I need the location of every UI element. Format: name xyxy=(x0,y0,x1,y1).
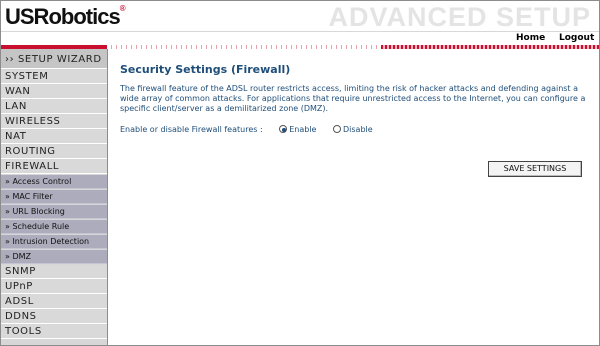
sidebar-item-wireless[interactable]: WIRELESS xyxy=(1,115,107,129)
sidebar-item-upnp[interactable]: UPnP xyxy=(1,280,107,294)
page-description: The firewall feature of the ADSL router … xyxy=(120,84,586,113)
home-link[interactable]: Home xyxy=(516,33,545,43)
enable-radio[interactable] xyxy=(279,125,288,133)
top-nav: Home Logout xyxy=(1,31,599,46)
sidebar-subitem-mac-filter[interactable]: » MAC Filter xyxy=(1,190,107,204)
disable-label: Disable xyxy=(343,125,373,134)
save-settings-button[interactable]: SAVE SETTINGS xyxy=(488,161,582,177)
page-title: Security Settings (Firewall) xyxy=(120,63,291,76)
sidebar-item-snmp[interactable]: SNMP xyxy=(1,265,107,279)
sidebar-item-tools[interactable]: TOOLS xyxy=(1,325,107,339)
sidebar-item-lan[interactable]: LAN xyxy=(1,100,107,114)
sidebar-item-nat[interactable]: NAT xyxy=(1,130,107,144)
firewall-option-row: Enable or disable Firewall features : En… xyxy=(120,125,387,134)
sidebar-item-wan[interactable]: WAN xyxy=(1,85,107,99)
enable-label: Enable xyxy=(289,125,317,134)
header: USRobotics® ADVANCED SETUP xyxy=(1,1,599,32)
sidebar-item-routing[interactable]: ROUTING xyxy=(1,145,107,159)
usrobotics-logo: USRobotics® xyxy=(5,4,126,30)
firewall-option-label: Enable or disable Firewall features : xyxy=(120,125,263,134)
sidebar-item-setup-wizard[interactable]: ›› SETUP WIZARD xyxy=(1,49,107,69)
sidebar-subitem-dmz[interactable]: » DMZ xyxy=(1,250,107,264)
registered-mark: ® xyxy=(119,4,126,13)
disable-radio[interactable] xyxy=(333,125,341,133)
router-admin-window: USRobotics® ADVANCED SETUP Home Logout ›… xyxy=(0,0,600,346)
section-banner: ADVANCED SETUP xyxy=(328,2,591,32)
logo-text: USRobotics xyxy=(5,4,121,29)
enable-option[interactable]: Enable xyxy=(279,125,333,134)
main-content: Security Settings (Firewall) The firewal… xyxy=(107,49,599,345)
sidebar-item-ddns[interactable]: DDNS xyxy=(1,310,107,324)
sidebar-item-system[interactable]: SYSTEM xyxy=(1,70,107,84)
sidebar-subitem-access-control[interactable]: » Access Control xyxy=(1,175,107,189)
sidebar-item-adsl[interactable]: ADSL xyxy=(1,295,107,309)
sidebar-subitem-url-blocking[interactable]: » URL Blocking xyxy=(1,205,107,219)
sidebar-item-firewall[interactable]: FIREWALL xyxy=(1,160,107,174)
sidebar: ›› SETUP WIZARD SYSTEM WAN LAN WIRELESS … xyxy=(1,49,107,345)
logout-link[interactable]: Logout xyxy=(559,33,594,43)
sidebar-subitem-intrusion-detection[interactable]: » Intrusion Detection xyxy=(1,235,107,249)
disable-option[interactable]: Disable xyxy=(333,125,387,134)
sidebar-subitem-schedule-rule[interactable]: » Schedule Rule xyxy=(1,220,107,234)
